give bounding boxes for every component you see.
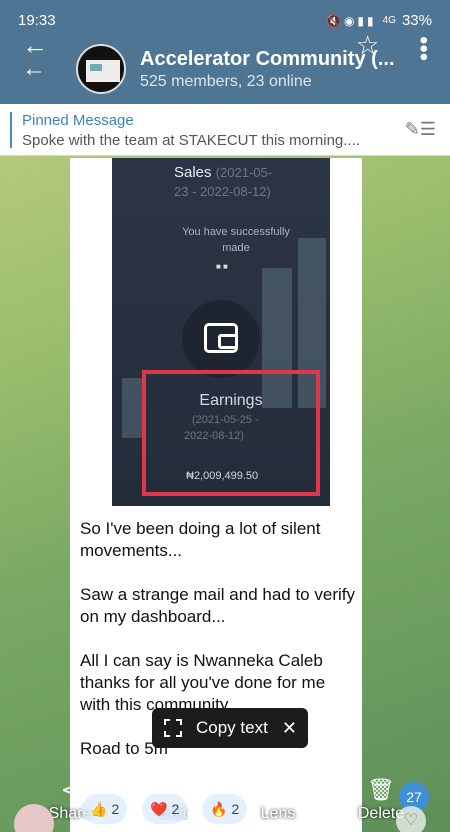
earnings-highlight-box: Earnings (2021-05-25 - 2022-08-12) ₦2,00… [142,370,320,496]
chat-header: 19:33 🔇◉▮▮ 4G 33% ← ← Accelerator Commun… [0,0,450,104]
earnings-label: Earnings [199,392,263,409]
battery-level: 33% [401,12,432,29]
group-avatar[interactable] [76,44,126,94]
pinned-text: Spoke with the team at STAKECUT this mor… [22,132,360,149]
reaction-heart[interactable]: ❤️ 2 [142,794,188,824]
pinned-message-bar[interactable]: Pinned Message Spoke with the team at ST… [0,104,450,156]
star-icon[interactable]: ☆ [356,30,379,61]
signal-icons: 🔇◉▮▮ [326,13,377,28]
made-dots: ■ ■ [216,262,228,271]
copy-text-label: Copy text [196,718,268,737]
earnings-date-start: (2021-05-25 - [192,414,259,426]
network-label: 4G [382,15,396,26]
wallet-circle [182,300,260,378]
attached-screenshot[interactable]: Sales (2021-05- 23 - 2022-08-12) You hav… [112,158,330,506]
lens-button[interactable]: ◎ Lens [254,776,302,824]
reaction-thumbs-up[interactable]: 👍 2 [82,794,128,824]
sales-date: 23 - 2022-08-12) [174,184,271,199]
pin-list-icon[interactable]: ✎☰ [405,119,436,140]
message-paragraph: So I've been doing a lot of silent movem… [80,519,321,560]
reaction-count: 2 [231,801,240,817]
message-paragraph: All I can say is Nwanneka Caleb thanks f… [80,651,326,714]
wallet-icon [204,323,238,353]
bottom-action-bar: ⋖ Share ☷ Edit ◎ Lens 🗑 Delete 👍 2 ❤️ 2 … [0,776,450,832]
reaction-count: 2 [171,801,180,817]
sales-label: Sales (2021-05- [174,164,273,181]
select-text-icon [164,719,182,737]
earnings-date-end: 2022-08-12) [184,430,244,442]
back-button[interactable]: ← [22,57,46,81]
reaction-fire[interactable]: 🔥 2 [202,794,248,824]
heart-outline-icon[interactable]: ♡ [396,806,426,832]
member-count: 525 members, 23 online [140,73,312,90]
more-options-icon[interactable]: ••• [410,36,437,61]
close-icon[interactable]: ✕ [282,718,297,739]
earnings-amount: ₦2,009,499.50 [186,470,259,482]
copy-text-toast[interactable]: Copy text ✕ [152,708,308,748]
thumbs-up-icon: 👍 [90,800,108,817]
lens-icon: ◎ [268,777,288,802]
pin-accent [10,112,12,148]
message-paragraph: Saw a strange mail and had to verify on … [80,585,355,626]
status-icons: 🔇◉▮▮ 4G 33% [326,12,432,29]
reaction-count: 2 [111,801,120,817]
made-text: You have successfully made [182,226,290,254]
status-time: 19:33 [18,12,56,29]
fire-icon: 🔥 [210,800,228,817]
heart-icon: ❤️ [150,800,168,817]
pinned-label: Pinned Message [22,112,134,129]
